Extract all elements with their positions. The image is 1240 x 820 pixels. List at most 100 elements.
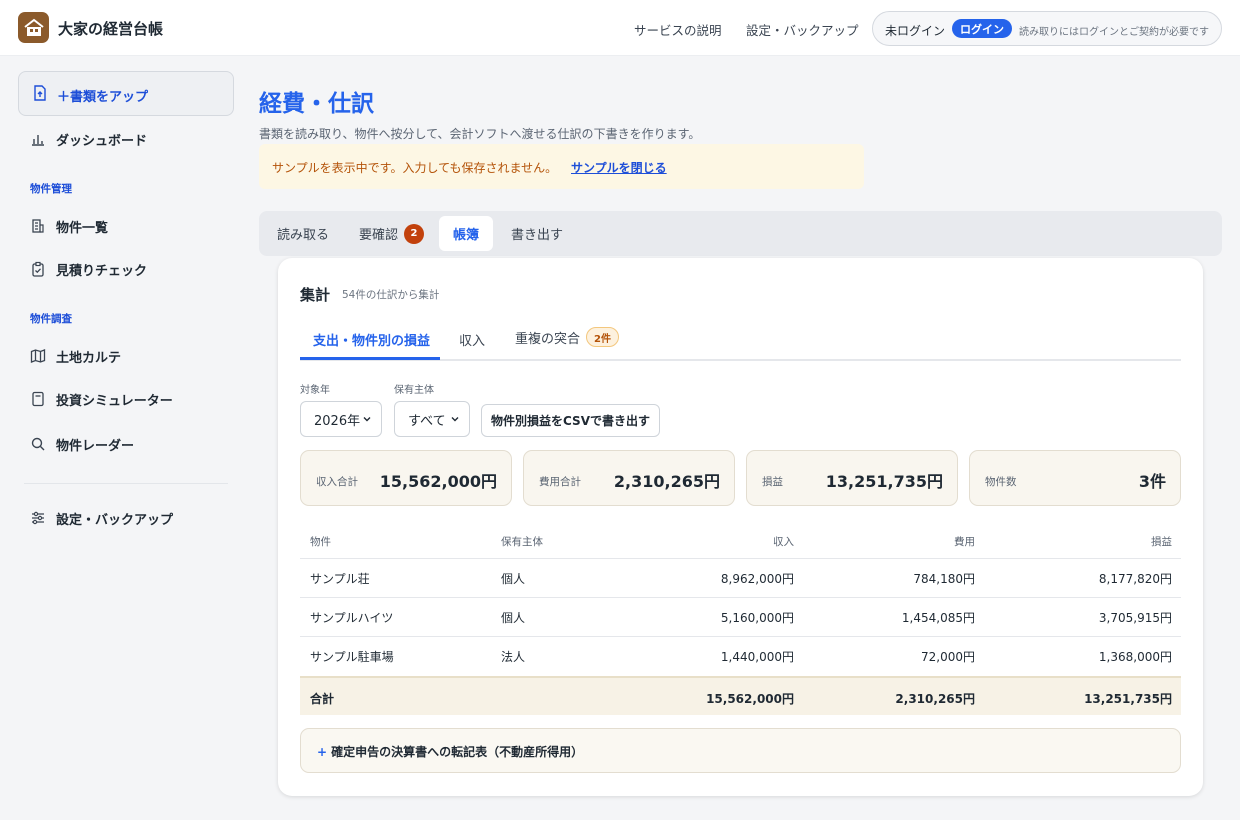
sidebar-item-simulator[interactable]: 投資シミュレーター	[30, 389, 173, 409]
column-header-income: 収入	[773, 536, 794, 548]
chevron-down-icon	[363, 417, 371, 422]
nav-service-description[interactable]: サービスの説明	[634, 20, 722, 39]
active-subtab-underline	[300, 357, 440, 360]
year-select[interactable]: 2026年	[300, 401, 382, 437]
sidebar-item-dashboard[interactable]: ダッシュボード	[30, 129, 147, 149]
upload-label: ＋書類をアップ	[57, 90, 149, 105]
bar-chart-icon	[30, 131, 46, 147]
top-header: 大家の経営台帳 サービスの説明 設定・バックアップ 未ログイン ログイン 読み取…	[0, 0, 1240, 56]
cell-owner: 法人	[501, 650, 526, 664]
cell-profit: 8,177,820円	[1098, 572, 1172, 586]
subtab-duplicates[interactable]: 重複の突合 2件	[515, 327, 619, 347]
sliders-icon	[30, 510, 46, 526]
column-header-profit: 損益	[1151, 536, 1172, 548]
login-status-pill: 未ログイン ログイン 読み取りにはログインとご契約が必要です	[872, 11, 1222, 46]
sidebar-item-radar[interactable]: 物件レーダー	[30, 434, 134, 454]
summary-card: 集計 54件の仕訳から集計 支出・物件別の損益 収入 重複の突合 2件 対象年 …	[278, 258, 1203, 796]
owner-select[interactable]: すべて	[394, 401, 470, 437]
sidebar-item-settings[interactable]: 設定・バックアップ	[30, 508, 173, 528]
chevron-down-icon	[451, 417, 459, 422]
tab-read[interactable]: 読み取る	[277, 216, 329, 251]
map-icon	[30, 348, 46, 364]
search-icon	[30, 436, 46, 452]
table-total-row: 合計 15,562,000円 2,310,265円 13,251,735円	[300, 676, 1181, 715]
column-header-expense: 費用	[954, 536, 975, 548]
login-button[interactable]: ログイン	[952, 19, 1012, 38]
sidebar-item-label: 投資シミュレーター	[56, 393, 173, 409]
tab-review[interactable]: 要確認 2	[359, 216, 425, 251]
total-label: 合計	[310, 692, 335, 706]
upload-file-icon	[34, 85, 46, 101]
table-divider	[300, 597, 1181, 598]
login-note: 読み取りにはログインとご契約が必要です	[1019, 27, 1209, 38]
cell-owner: 個人	[501, 572, 526, 586]
stat-value: 3件	[1138, 472, 1166, 491]
sidebar-item-label: ダッシュボード	[56, 133, 148, 149]
column-header-owner: 保有主体	[501, 536, 543, 548]
column-header-property: 物件	[310, 536, 331, 548]
close-sample-link[interactable]: サンプルを閉じる	[571, 159, 667, 176]
stat-value: 13,251,735円	[825, 472, 943, 491]
export-csv-button[interactable]: 物件別損益をCSVで書き出す	[481, 404, 660, 437]
duplicates-count-badge: 2件	[586, 327, 619, 347]
calculator-icon	[30, 391, 46, 407]
table-divider	[300, 558, 1181, 559]
review-count-badge: 2	[404, 223, 425, 244]
stat-label: 物件数	[985, 476, 1017, 488]
year-filter-label: 対象年	[300, 385, 330, 396]
cell-expense: 1,454,085円	[901, 611, 975, 625]
sidebar-divider	[24, 483, 228, 484]
login-status-text: 未ログイン	[885, 24, 946, 38]
cell-profit: 3,705,915円	[1098, 611, 1172, 625]
stat-label: 損益	[762, 476, 783, 488]
sidebar-item-label: 土地カルテ	[56, 350, 122, 366]
total-profit: 13,251,735円	[1084, 692, 1172, 706]
tax-transfer-table-expander[interactable]: + 確定申告の決算書への転記表（不動産所得用）	[300, 728, 1181, 773]
sidebar-item-property-list[interactable]: 物件一覧	[30, 216, 108, 236]
total-income: 15,562,000円	[706, 692, 794, 706]
sidebar-section-property: 物件管理	[30, 183, 72, 195]
total-expense: 2,310,265円	[895, 692, 975, 706]
sidebar-item-label: 見積りチェック	[56, 263, 148, 279]
table-divider	[300, 636, 1181, 637]
cell-owner: 個人	[501, 611, 526, 625]
sample-notice-text: サンプルを表示中です。入力しても保存されません。	[272, 161, 558, 175]
stat-income-total: 収入合計 15,562,000円	[300, 450, 512, 506]
stat-expense-total: 費用合計 2,310,265円	[523, 450, 735, 506]
tab-review-label: 要確認	[359, 228, 399, 243]
sidebar-item-label: 物件レーダー	[56, 438, 135, 454]
summary-subtitle: 54件の仕訳から集計	[342, 289, 440, 301]
plus-icon: +	[317, 745, 328, 759]
app-logo[interactable]	[18, 12, 49, 43]
sidebar-item-label: 設定・バックアップ	[56, 512, 174, 528]
app-title: 大家の経営台帳	[58, 20, 164, 38]
sample-notice: サンプルを表示中です。入力しても保存されません。 サンプルを閉じる	[259, 144, 864, 189]
stat-profit: 損益 13,251,735円	[746, 450, 958, 506]
stat-label: 費用合計	[539, 476, 581, 488]
tab-export[interactable]: 書き出す	[511, 216, 563, 251]
nav-settings-backup[interactable]: 設定・バックアップ	[746, 20, 859, 39]
tab-ledger[interactable]: 帳簿	[439, 216, 493, 251]
subtab-pl-by-property[interactable]: 支出・物件別の損益	[313, 330, 430, 349]
sidebar-item-estimate-check[interactable]: 見積りチェック	[30, 259, 147, 279]
cell-property: サンプルハイツ	[310, 611, 394, 625]
cell-expense: 784,180円	[913, 572, 975, 586]
clipboard-check-icon	[30, 261, 46, 277]
main-tab-bar: 読み取る 要確認 2 帳簿 書き出す	[259, 211, 1222, 256]
cell-income: 1,440,000円	[720, 650, 794, 664]
building-icon	[30, 218, 46, 234]
expander-text: 確定申告の決算書への転記表（不動産所得用）	[331, 745, 584, 759]
expander-label: + 確定申告の決算書への転記表（不動産所得用）	[317, 743, 583, 760]
owner-select-value: すべて	[408, 413, 446, 429]
cell-property: サンプル駐車場	[310, 650, 394, 664]
sidebar-item-land-chart[interactable]: 土地カルテ	[30, 346, 121, 366]
cell-profit: 1,368,000円	[1098, 650, 1172, 664]
upload-document-button[interactable]: ＋書類をアップ	[18, 71, 234, 116]
subtab-income[interactable]: 収入	[459, 330, 485, 349]
sidebar-item-label: 物件一覧	[56, 220, 109, 236]
cell-income: 5,160,000円	[720, 611, 794, 625]
owner-filter-label: 保有主体	[394, 385, 434, 396]
cell-property: サンプル荘	[310, 572, 370, 586]
house-icon	[23, 18, 44, 36]
cell-income: 8,962,000円	[720, 572, 794, 586]
